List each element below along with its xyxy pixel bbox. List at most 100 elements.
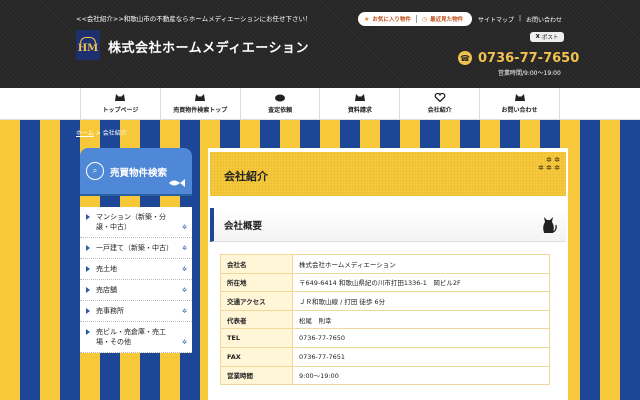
phone-number[interactable]: 0736-77-7650 — [478, 51, 579, 66]
nav-item-contact[interactable]: お問い合わせ — [479, 88, 560, 119]
page-title: 会社紹介 — [224, 170, 268, 183]
row-key: 代表者 — [220, 309, 293, 330]
paw-icon: ✲ — [181, 287, 187, 294]
arrow-right-icon — [86, 245, 90, 251]
sidebar-item-label: 売ビル・売倉庫・売工場・その他 — [96, 328, 166, 346]
sidebar-item-mansion[interactable]: マンション（新築・分譲・中古） ✲ — [80, 207, 192, 238]
row-key: 会社名 — [220, 254, 293, 274]
paw-prints-icon: ✲ ✲ ✲ ✲ ✲ — [537, 156, 560, 172]
row-key: FAX — [220, 346, 293, 367]
paw-icon: ✲ — [181, 339, 187, 346]
clock-icon: ◷ — [421, 15, 428, 23]
divider — [415, 15, 417, 23]
nav-item-appraisal[interactable]: 査定依頼 — [239, 88, 320, 119]
company-name[interactable]: 株式会社ホームメディエーション — [108, 37, 309, 56]
table-row: 所在地 〒649-6414 和歌山県紀の川市打田1336-1 岡ビル2F — [220, 272, 550, 293]
company-info-table: 会社名 株式会社ホームメディエーション 所在地 〒649-6414 和歌山県紀の川市… — [220, 254, 550, 386]
breadcrumb-home[interactable]: ホーム — [76, 130, 94, 137]
breadcrumb-current: 会社紹介 — [102, 130, 127, 137]
paw-icon: ✲ — [181, 308, 187, 315]
cat-icon — [274, 93, 286, 102]
breadcrumb-separator: > — [95, 130, 103, 137]
table-row: 交通アクセス ＪＲ和歌山線 / 打田 徒歩 6分 — [220, 291, 550, 311]
sidebar-item-label: 売土地 — [96, 265, 117, 273]
logo-icon[interactable]: HM — [76, 30, 100, 60]
contact-link[interactable]: お問い合わせ — [526, 15, 562, 24]
x-logo-icon: X — [535, 34, 540, 40]
breadcrumb: ホーム > 会社紹介 — [76, 128, 127, 137]
paw-icon: ✲ — [181, 245, 187, 252]
sitting-cat-icon — [543, 217, 557, 233]
nav-item-top[interactable]: トップページ — [80, 88, 160, 119]
table-row: TEL 0736-77-7650 — [220, 328, 550, 348]
row-value: 株式会社ホームメディエーション — [292, 254, 550, 274]
cat-icon — [114, 93, 126, 102]
post-button[interactable]: X ポスト — [530, 32, 564, 42]
nav-label: 資料請求 — [347, 107, 372, 114]
sidebar-item-house[interactable]: 一戸建て（新築・中古） ✲ — [80, 238, 192, 259]
global-nav: トップページ 売買物件検索トップ 査定依頼 資料請求 会社紹介 お問い合わせ — [0, 88, 640, 120]
business-hours: 営業時間/9:00～19:00 — [498, 70, 561, 77]
row-key: 交通アクセス — [220, 291, 293, 311]
row-key: TEL — [220, 328, 293, 348]
star-icon: ★ — [364, 15, 370, 23]
arrow-right-icon — [86, 308, 90, 314]
table-row: 営業時間 9:00～19:00 — [220, 365, 550, 386]
table-row: 会社名 株式会社ホームメディエーション — [220, 254, 550, 274]
logo-arc — [80, 36, 96, 43]
cat-icon — [194, 93, 206, 102]
sidebar-search-header[interactable]: ⌕ 売買物件検索 — [80, 148, 192, 194]
link-separator: | — [519, 15, 522, 22]
favorites-bar: ★ お気に入り物件 ◷ 最近見た物件 — [358, 12, 472, 26]
sidebar-item-building[interactable]: 売ビル・売倉庫・売工場・その他 ✲ — [80, 322, 192, 353]
nav-item-company[interactable]: 会社紹介 — [399, 88, 479, 119]
sidebar-item-label: 売事務所 — [96, 307, 124, 315]
page-title-banner: 会社紹介 ✲ ✲ ✲ ✲ ✲ — [210, 152, 566, 196]
arrow-right-icon — [86, 266, 90, 272]
table-row: 代表者 松尾 則幸 — [220, 309, 550, 330]
row-value: 松尾 則幸 — [292, 309, 550, 330]
post-label: ポスト — [541, 35, 559, 41]
cat-icon — [514, 93, 526, 102]
arrow-right-icon — [86, 329, 90, 335]
sidebar-item-land[interactable]: 売土地 ✲ — [80, 259, 192, 280]
table-row: FAX 0736-77-7651 — [220, 346, 550, 367]
nav-item-search[interactable]: 売買物件検索トップ — [159, 88, 240, 119]
sidebar-title: 売買物件検索 — [110, 168, 168, 179]
sitemap-link[interactable]: サイトマップ — [478, 15, 514, 24]
row-value: 9:00～19:00 — [292, 365, 550, 386]
header-tagline: <<会社紹介>>和歌山市の不動産ならホームメディエーションにお任せ下さい！ — [76, 15, 312, 23]
site-header: <<会社紹介>>和歌山市の不動産ならホームメディエーションにお任せ下さい！ HM… — [0, 0, 640, 88]
row-value: 〒649-6414 和歌山県紀の川市打田1336-1 岡ビル2F — [292, 272, 550, 293]
favorites-link[interactable]: お気に入り物件 — [372, 15, 411, 23]
section-header: 会社概要 — [210, 208, 566, 242]
row-key: 所在地 — [220, 272, 293, 293]
row-value: ＪＲ和歌山線 / 打田 徒歩 6分 — [292, 291, 550, 311]
row-value: 0736-77-7650 — [292, 328, 550, 348]
top-links: サイトマップ | お問い合わせ — [478, 15, 562, 24]
cat-icon — [354, 93, 366, 102]
heart-icon — [434, 93, 446, 102]
nav-label: 会社紹介 — [427, 107, 452, 114]
paw-icon: ✲ — [181, 224, 187, 231]
nav-label: 売買物件検索トップ — [173, 107, 228, 114]
nav-label: お問い合わせ — [501, 107, 538, 114]
phone-icon: ☎ — [458, 51, 472, 65]
section-title: 会社概要 — [224, 221, 263, 232]
nav-label: トップページ — [102, 107, 139, 114]
search-icon: ⌕ — [86, 162, 104, 180]
sidebar-item-label: 売店舗 — [96, 286, 117, 294]
sidebar-item-label: 一戸建て（新築・中古） — [96, 244, 173, 252]
paw-icon: ✲ — [181, 266, 187, 273]
recent-link[interactable]: 最近見た物件 — [430, 15, 463, 23]
sidebar-item-office[interactable]: 売事務所 ✲ — [80, 301, 192, 322]
sidebar-item-store[interactable]: 売店舗 ✲ — [80, 280, 192, 301]
nav-item-documents[interactable]: 資料請求 — [319, 88, 399, 119]
main-content: 会社紹介 ✲ ✲ ✲ ✲ ✲ 会社概要 会社名 株式会社ホームメディエーション 所在… — [208, 148, 568, 400]
row-value: 0736-77-7651 — [292, 346, 550, 367]
arrow-right-icon — [86, 287, 90, 293]
sidebar-category-list: マンション（新築・分譲・中古） ✲ 一戸建て（新築・中古） ✲ 売土地 ✲ 売店… — [80, 207, 192, 353]
nav-label: 査定依頼 — [268, 107, 293, 114]
arrow-right-icon — [86, 214, 90, 220]
logo-letters: HM — [77, 42, 99, 54]
